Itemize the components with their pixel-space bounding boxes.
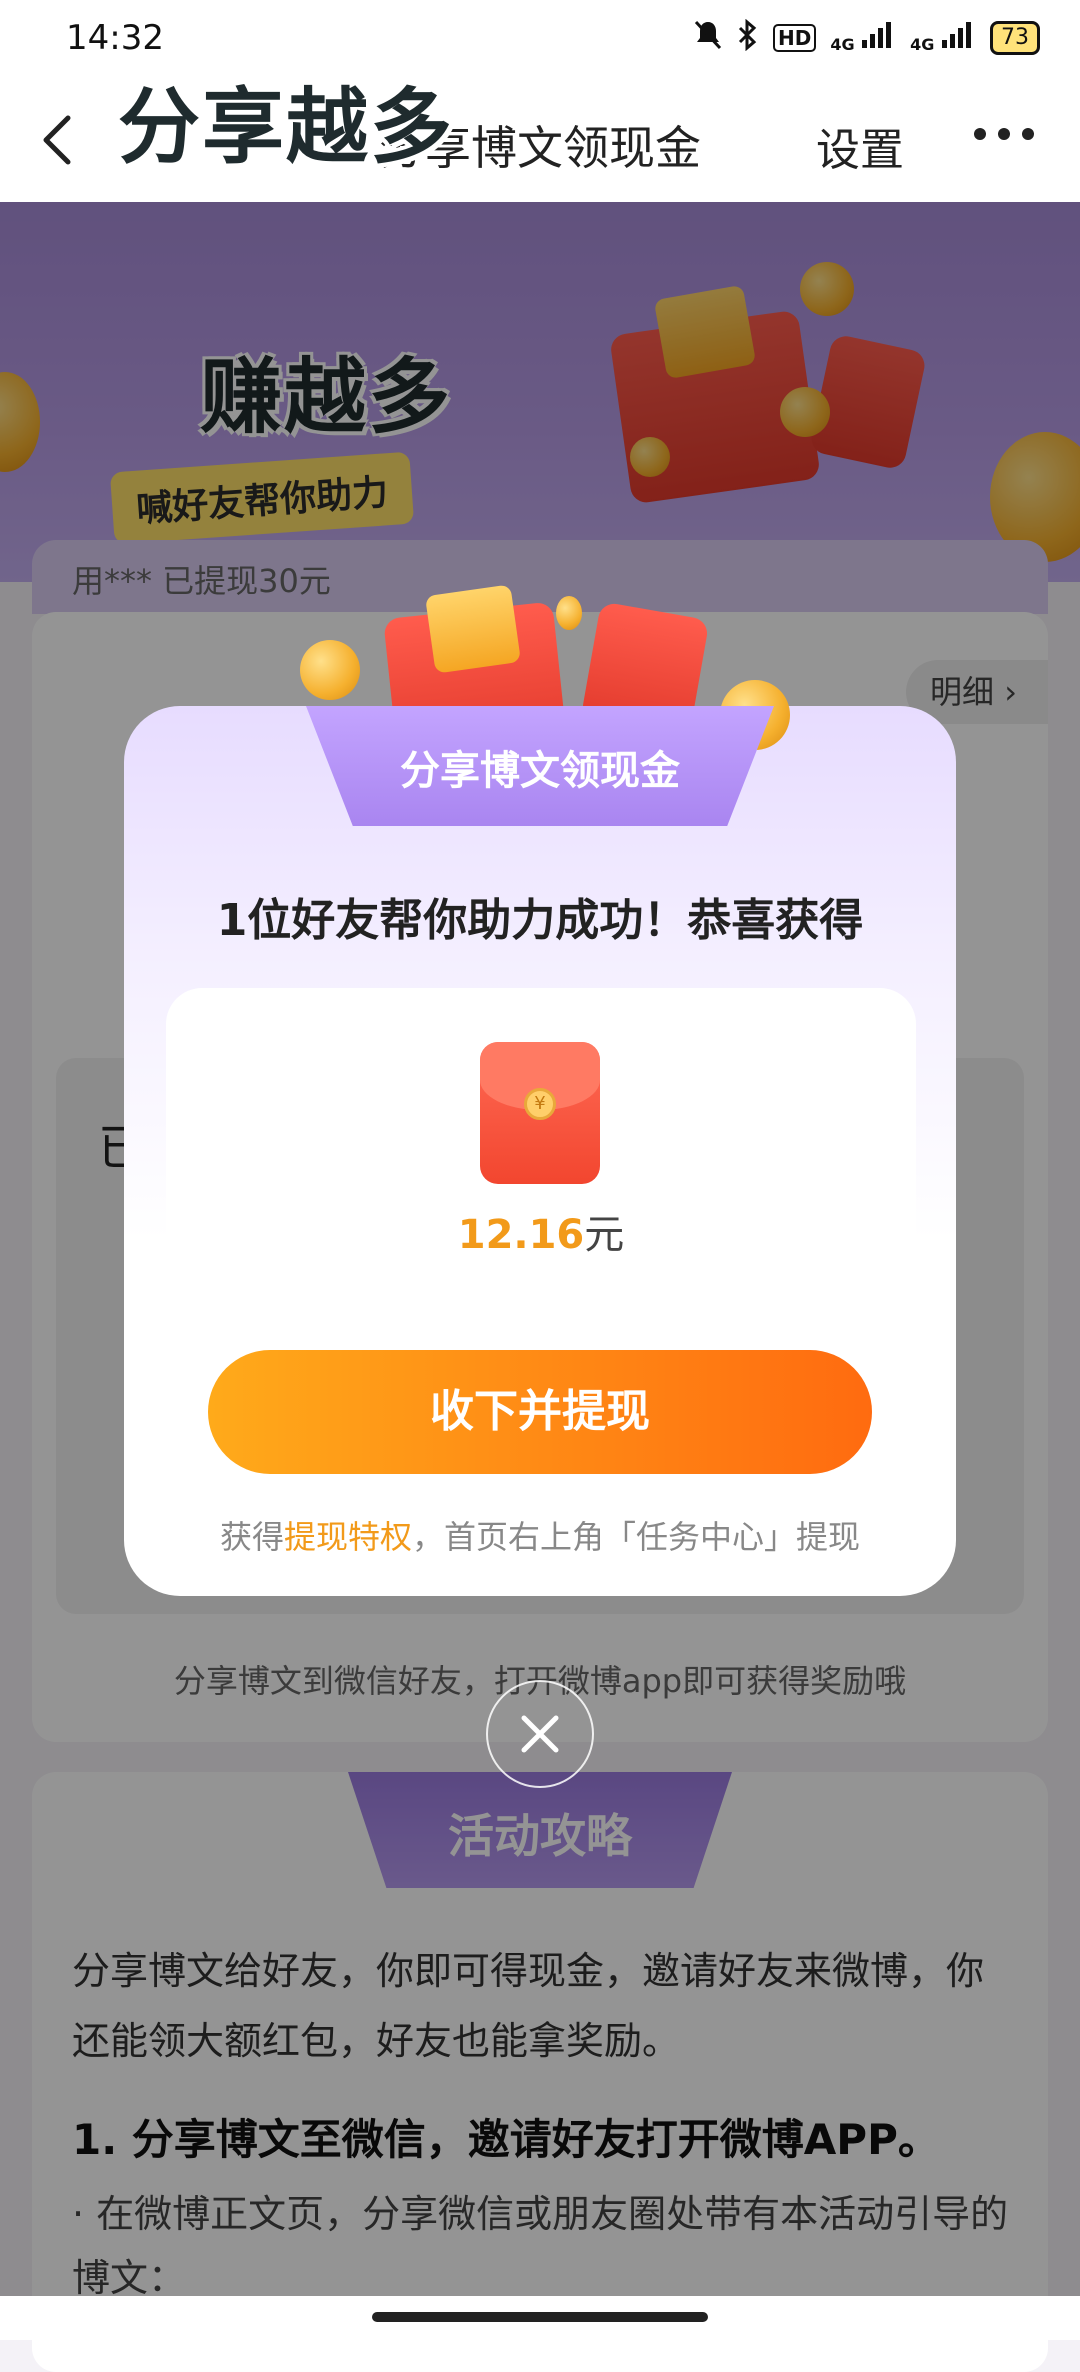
bluetooth-icon <box>737 18 759 57</box>
more-options-icon[interactable] <box>972 124 1036 164</box>
status-time: 14:32 <box>66 18 164 58</box>
yuan-coin-icon: ¥ <box>524 1088 556 1120</box>
tip-prefix: 获得 <box>219 1518 284 1556</box>
signal-icon-1: 4G <box>830 22 896 54</box>
prize-amount: 12.16元 <box>166 1202 916 1260</box>
settings-button[interactable]: 设置 <box>816 114 904 178</box>
dialog-message: 1位好友帮你助力成功！恭喜获得 <box>216 895 864 946</box>
coin-decoration <box>300 640 360 700</box>
battery-indicator: 73 <box>990 21 1040 55</box>
hd-badge: HD <box>772 24 817 52</box>
status-icons: HD 4G 4G 73 <box>693 18 1040 58</box>
prize-amount-unit: 元 <box>584 1212 625 1258</box>
close-icon <box>521 1715 559 1753</box>
ticket-decoration <box>424 584 522 674</box>
signal-icon-2: 4G <box>910 22 976 54</box>
close-dialog-button[interactable] <box>486 1680 594 1788</box>
banner-slogan-line1: 分享越多 <box>118 80 455 175</box>
dialog-title: 分享博文领现金 <box>400 748 680 794</box>
withdraw-tip: 获得提现特权，首页右上角「任务中心」提现 <box>124 1512 956 1558</box>
gesture-bar[interactable] <box>372 2312 708 2322</box>
tip-highlight[interactable]: 提现特权 <box>284 1518 412 1556</box>
tip-suffix: ，首页右上角「任务中心」提现 <box>412 1518 861 1556</box>
accept-withdraw-button[interactable]: 收下并提现 <box>208 1350 872 1474</box>
coin-decoration <box>556 596 582 630</box>
prize-amount-value: 12.16 <box>457 1212 585 1258</box>
mute-bell-icon <box>693 19 723 57</box>
